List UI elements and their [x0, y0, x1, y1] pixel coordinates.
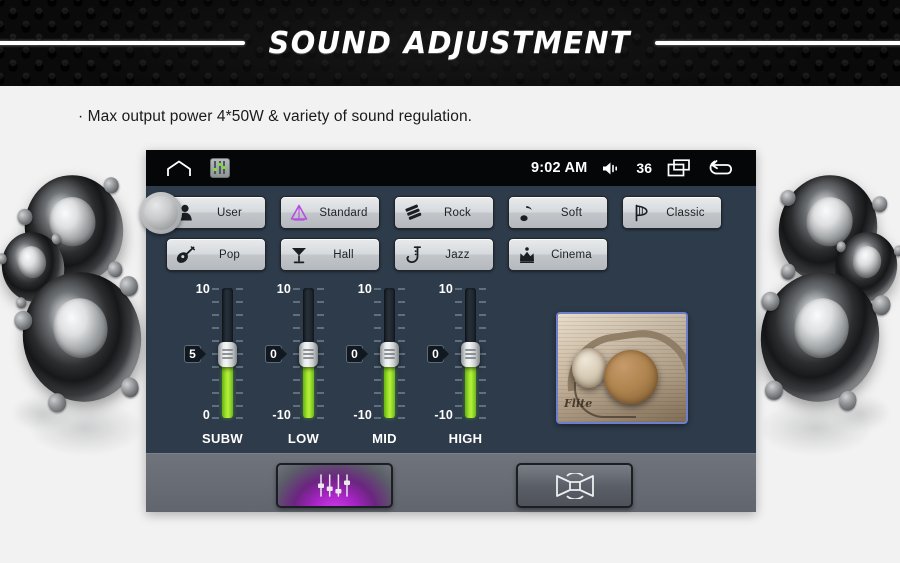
slider-value-badge: 0: [427, 345, 449, 363]
preset-label: Classic: [666, 206, 705, 219]
preset-button-hall[interactable]: Hall: [280, 238, 380, 271]
slider-ticks-right: [479, 288, 486, 419]
crown-icon: [517, 245, 537, 265]
slider-low[interactable]: 10 -10 0 LOW: [263, 282, 344, 446]
slider-high[interactable]: 10 -10 0 HIGH: [425, 282, 506, 446]
pyramid-icon: [289, 203, 309, 223]
preset-label: Soft: [560, 206, 583, 219]
cocktail-glass-icon: [289, 245, 309, 265]
back-arrow-icon[interactable]: [707, 159, 734, 177]
preset-label: Standard: [319, 206, 368, 219]
guitar-icon: [175, 245, 195, 265]
slider-thumb[interactable]: [380, 342, 399, 367]
rotary-knob[interactable]: [140, 192, 182, 234]
headphones-photo: Flite: [556, 312, 688, 424]
slider-thumb[interactable]: [461, 342, 480, 367]
title-rule-right: [654, 41, 900, 45]
feature-caption: · Max output power 4*50W & variety of so…: [78, 108, 473, 125]
balance-tab-button[interactable]: [516, 463, 633, 508]
recents-icon[interactable]: [667, 159, 692, 177]
slider-max-label: 10: [276, 282, 291, 296]
slider-ticks-right: [317, 288, 324, 419]
preset-row-2: Pop Hall Jazz Cinema: [166, 238, 738, 271]
equalizer-sliders: 10 0 5 SUBW 10 -10 0 LOW 10 -10 0 MID 10…: [182, 282, 506, 446]
home-icon[interactable]: [166, 160, 192, 177]
preset-label: Jazz: [445, 248, 470, 261]
preset-row-1: User Standard Rock Soft Classic: [166, 196, 738, 229]
slider-value-badge: 5: [184, 345, 206, 363]
page-title: SOUND ADJUSTMENT: [268, 25, 632, 61]
preset-button-standard[interactable]: Standard: [280, 196, 380, 229]
saxophone-icon: [403, 245, 423, 265]
preset-button-rock[interactable]: Rock: [394, 196, 494, 229]
slider-ticks-right: [398, 288, 405, 419]
slider-label: SUBW: [202, 431, 243, 446]
harp-icon: [631, 203, 651, 223]
preset-label: Cinema: [551, 248, 592, 261]
preset-label: Hall: [333, 248, 354, 261]
speaker-volume-icon[interactable]: [602, 161, 621, 176]
volume-level: 36: [636, 160, 652, 176]
slider-mid[interactable]: 10 -10 0 MID: [344, 282, 425, 446]
preset-label: Rock: [443, 206, 471, 219]
preset-button-soft[interactable]: Soft: [508, 196, 608, 229]
slider-label: MID: [372, 431, 397, 446]
android-status-bar: 9:02 AM 36: [146, 150, 756, 186]
equalizer-sliders-icon: [315, 473, 355, 498]
head-unit-screen: 9:02 AM 36 User Standard Rock Soft Class…: [140, 150, 756, 512]
title-rule-left: [0, 41, 246, 45]
stack-icon: [403, 203, 423, 223]
preset-label: User: [216, 206, 243, 219]
preset-button-pop[interactable]: Pop: [166, 238, 266, 271]
slider-max-label: 10: [438, 282, 453, 296]
music-note-icon: [517, 203, 537, 223]
balance-fader-icon: [554, 472, 596, 499]
equalizer-app-icon[interactable]: [210, 158, 230, 178]
slider-min-label: 0: [202, 408, 210, 422]
slider-max-label: 10: [195, 282, 210, 296]
preset-button-jazz[interactable]: Jazz: [394, 238, 494, 271]
slider-thumb[interactable]: [299, 342, 318, 367]
preset-button-cinema[interactable]: Cinema: [508, 238, 608, 271]
mode-tab-bar: [146, 453, 756, 512]
page-header: SOUND ADJUSTMENT: [0, 0, 900, 86]
slider-thumb[interactable]: [218, 342, 237, 367]
slider-label: LOW: [287, 431, 320, 446]
status-clock: 9:02 AM: [530, 160, 588, 176]
slider-subw[interactable]: 10 0 5 SUBW: [182, 282, 263, 446]
slider-min-label: -10: [272, 408, 291, 422]
slider-min-label: -10: [353, 408, 372, 422]
slider-label: HIGH: [448, 431, 483, 446]
preset-grid: User Standard Rock Soft Classic Pop Hall…: [166, 196, 738, 280]
equalizer-tab-button[interactable]: [276, 463, 393, 508]
preset-button-classic[interactable]: Classic: [622, 196, 722, 229]
slider-min-label: -10: [434, 408, 453, 422]
preset-label: Pop: [218, 248, 241, 261]
slider-value-badge: 0: [346, 345, 368, 363]
newspaper-text: Flite: [564, 397, 593, 410]
slider-max-label: 10: [357, 282, 372, 296]
slider-value-badge: 0: [265, 345, 287, 363]
slider-ticks-right: [236, 288, 243, 419]
